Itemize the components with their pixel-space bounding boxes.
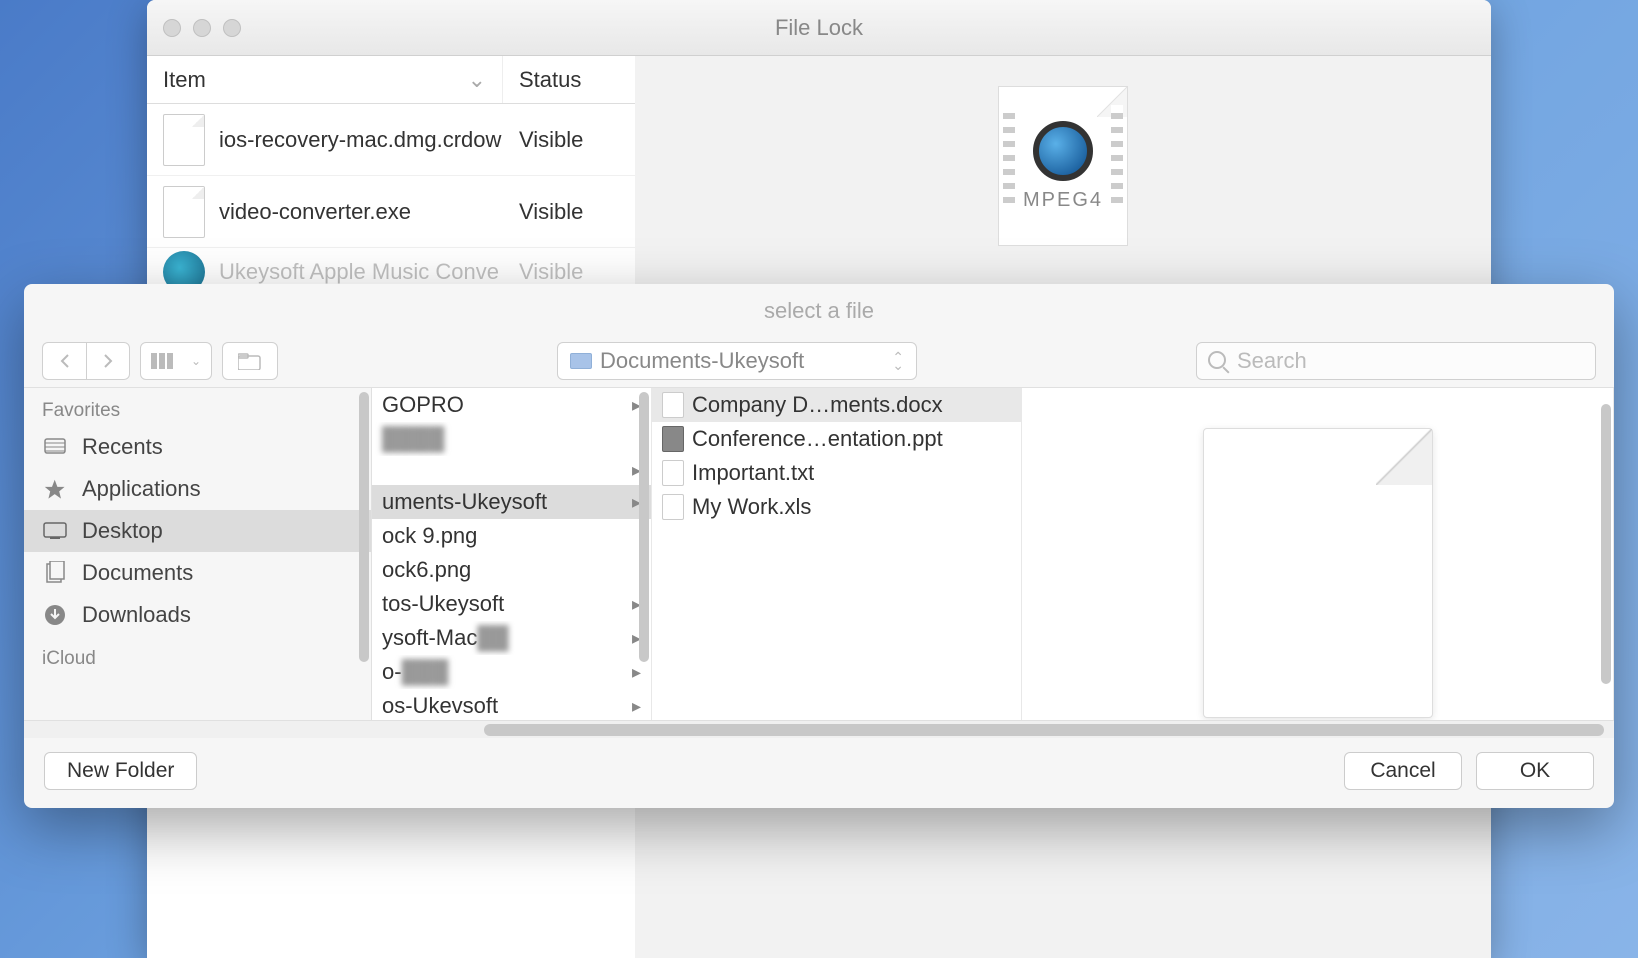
downloads-icon <box>42 602 68 628</box>
list-item[interactable]: Conference…entation.ppt <box>652 422 1021 456</box>
column-header-item[interactable]: Item ⌄ <box>147 56 503 103</box>
file-icon <box>163 114 205 166</box>
sidebar-item-downloads[interactable]: Downloads <box>24 594 371 636</box>
file-picker-dialog: select a file ⌄ Documents-Ukeysoft ⌃⌄ <box>24 284 1614 808</box>
sidebar-item-desktop[interactable]: Desktop <box>24 510 371 552</box>
sidebar-item-recents[interactable]: Recents <box>24 426 371 468</box>
documents-icon <box>42 560 68 586</box>
search-input[interactable] <box>1196 342 1596 380</box>
list-item[interactable]: Important.txt <box>652 456 1021 490</box>
view-mode-button[interactable]: ⌄ <box>140 342 212 380</box>
file-icon <box>662 392 684 418</box>
file-icon <box>662 460 684 486</box>
preview-column <box>1022 388 1614 720</box>
folder-icon <box>238 352 262 370</box>
dialog-footer: New Folder Cancel OK <box>24 738 1614 804</box>
dialog-title: select a file <box>24 284 1614 334</box>
sidebar-section-icloud: iCloud <box>24 636 371 674</box>
column-header-status[interactable]: Status <box>503 56 635 103</box>
search-field[interactable] <box>1196 342 1596 380</box>
list-item[interactable]: o-███▸ <box>372 655 651 689</box>
folder-icon <box>570 353 592 369</box>
applications-icon <box>42 476 68 502</box>
stepper-icon: ⌃⌄ <box>892 353 904 369</box>
group-button[interactable] <box>222 342 278 380</box>
list-item[interactable]: os-Ukevsoft▸ <box>372 689 651 720</box>
back-button[interactable] <box>42 342 86 380</box>
path-dropdown[interactable]: Documents-Ukeysoft ⌃⌄ <box>557 342 917 380</box>
chevron-right-icon: ▸ <box>632 696 641 717</box>
sidebar: Favorites Recents Applications Desktop D… <box>24 388 372 720</box>
chevron-down-icon: ⌄ <box>468 67 486 93</box>
titlebar: File Lock <box>147 0 1491 56</box>
file-icon <box>163 186 205 238</box>
desktop-icon <box>42 518 68 544</box>
toolbar: ⌄ Documents-Ukeysoft ⌃⌄ <box>24 334 1614 388</box>
scrollbar-thumb[interactable] <box>484 724 1604 736</box>
sidebar-item-applications[interactable]: Applications <box>24 468 371 510</box>
column-2: Company D…ments.docx Conference…entation… <box>652 388 1022 720</box>
ok-button[interactable]: OK <box>1476 752 1594 790</box>
file-icon <box>662 494 684 520</box>
list-item[interactable]: ock6.png <box>372 553 651 587</box>
scrollbar[interactable] <box>1601 404 1611 684</box>
new-folder-button[interactable]: New Folder <box>44 752 197 790</box>
cancel-button[interactable]: Cancel <box>1344 752 1462 790</box>
columns-icon <box>151 353 173 369</box>
document-preview-icon <box>1203 428 1433 718</box>
list-item[interactable]: tos-Ukeysoft▸ <box>372 587 651 621</box>
window-title: File Lock <box>147 15 1491 41</box>
horizontal-scrollbar-track[interactable] <box>24 720 1614 738</box>
scrollbar[interactable] <box>639 392 649 662</box>
list-item[interactable]: ▸ <box>372 456 651 485</box>
table-row[interactable]: ios-recovery-mac.dmg.crdow Visible <box>147 104 635 176</box>
mpeg4-preview-icon: MPEG4 <box>998 86 1128 246</box>
list-item[interactable]: Company D…ments.docx <box>652 388 1021 422</box>
quicktime-icon <box>1033 121 1093 181</box>
sidebar-item-documents[interactable]: Documents <box>24 552 371 594</box>
list-item[interactable]: My Work.xls <box>652 490 1021 524</box>
sidebar-section-favorites: Favorites <box>24 388 371 426</box>
table-row[interactable]: video-converter.exe Visible <box>147 176 635 248</box>
chevron-right-icon: ▸ <box>632 662 641 683</box>
chevron-down-icon: ⌄ <box>191 354 201 368</box>
recents-icon <box>42 434 68 460</box>
scrollbar[interactable] <box>359 392 369 662</box>
list-item[interactable]: GOPRO▸ <box>372 388 651 422</box>
search-icon <box>1208 351 1226 369</box>
forward-button[interactable] <box>86 342 130 380</box>
column-1: GOPRO▸ ████ ▸ uments-Ukeysoft▸ ock 9.png… <box>372 388 652 720</box>
list-item[interactable]: uments-Ukeysoft▸ <box>372 485 651 519</box>
list-item[interactable]: ock 9.png <box>372 519 651 553</box>
file-icon <box>662 426 684 452</box>
list-item[interactable]: ████ <box>372 422 651 456</box>
list-item[interactable]: ysoft-Mac██▸ <box>372 621 651 655</box>
